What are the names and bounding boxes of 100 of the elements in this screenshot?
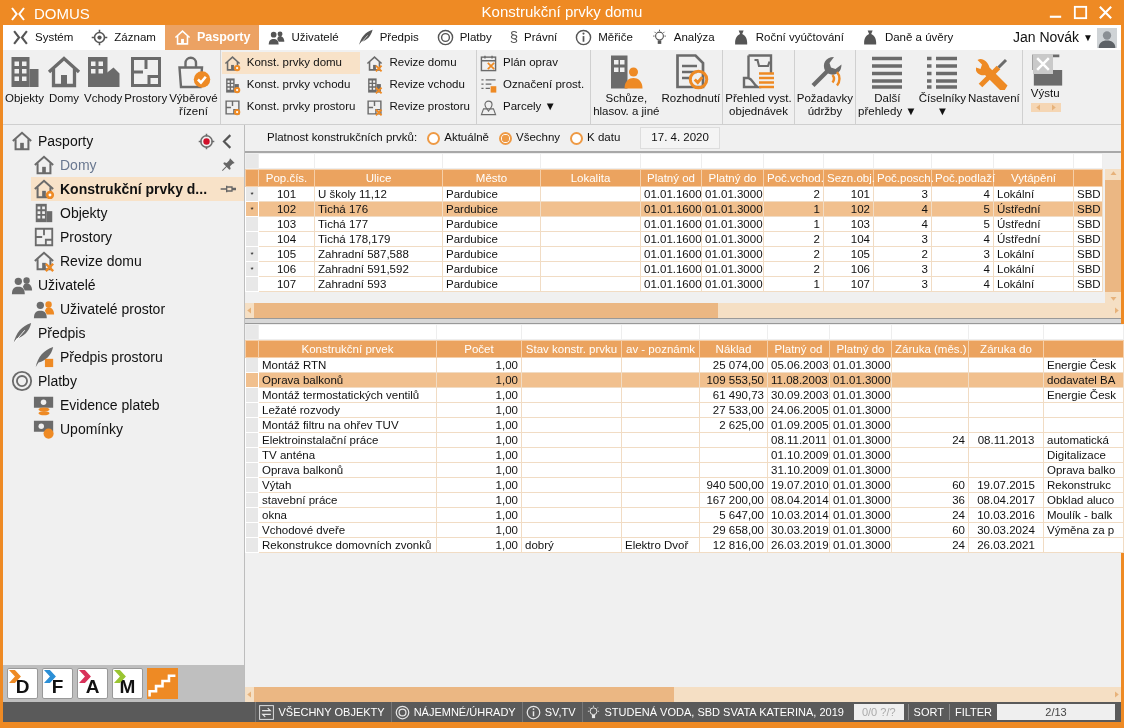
table-row[interactable]: Výtah 1,00 940 500,00 19.07.2010 01.01.3000 60 19.07.2015 Rekonstrukc bbox=[245, 477, 1124, 493]
ribbon-button[interactable]: Vchody bbox=[83, 52, 124, 107]
menu-tab[interactable]: Analýza bbox=[641, 25, 724, 50]
table-row[interactable]: Elektroinstalační práce 1,00 08.11.2011 01.01.3000 24 08.11.2013 automatická bbox=[245, 432, 1124, 448]
menu-tab[interactable]: Platby bbox=[427, 25, 501, 50]
menu-tab[interactable]: Měřiče bbox=[566, 25, 642, 50]
ribbon-button[interactable]: Domy bbox=[45, 52, 83, 107]
tree-item[interactable]: Předpis bbox=[9, 321, 244, 345]
table-row[interactable]: 103 Tichá 177 Pardubice 01.01.1600 01.01.3000 1 103 4 5 Ústřední SBD bbox=[245, 216, 1103, 232]
ribbon-button[interactable]: Revize vchodu bbox=[364, 74, 475, 96]
menu-tab[interactable]: Systém bbox=[3, 25, 83, 50]
scroll-thumb[interactable] bbox=[254, 687, 675, 702]
ribbon-scroll[interactable] bbox=[1030, 103, 1061, 112]
ribbon-button[interactable]: Číselníky ▼ bbox=[917, 52, 968, 120]
table-row[interactable]: Oprava balkonů 1,00 109 553,50 11.08.2003 01.01.3000 dodavatel BA bbox=[245, 372, 1124, 388]
ribbon-button[interactable]: Další přehledy ▼ bbox=[857, 52, 918, 120]
scroll-left-icon[interactable] bbox=[245, 690, 254, 699]
tree-item[interactable]: Domy bbox=[31, 153, 244, 177]
table-row[interactable]: * 106 Zahradní 591,592 Pardubice 01.01.1600 01.01.3000 2 106 3 4 Lokální SBD bbox=[245, 261, 1103, 277]
stairs-icon[interactable] bbox=[147, 668, 178, 699]
menu-tab[interactable]: Roční vyúčtování bbox=[723, 25, 853, 50]
table-row[interactable]: * 105 Zahradní 587,588 Pardubice 01.01.1600 01.01.3000 2 105 2 3 Lokální SBD bbox=[245, 246, 1103, 262]
close-icon[interactable] bbox=[1032, 54, 1053, 74]
ribbon-button[interactable]: Parcely ▼ bbox=[478, 96, 590, 118]
menu-tab[interactable]: Daně a úvěry bbox=[852, 25, 963, 50]
table-row[interactable]: TV anténa 1,00 01.10.2009 01.01.3000 Digitalizace bbox=[245, 447, 1124, 463]
ribbon-button[interactable]: Revize domu bbox=[364, 52, 475, 74]
horizontal-scrollbar[interactable] bbox=[245, 687, 1121, 702]
table-row[interactable]: Montáž filtru na ohřev TUV 1,00 2 625,00 01.09.2005 01.01.3000 bbox=[245, 417, 1124, 433]
user-name[interactable]: Jan Novák bbox=[1012, 27, 1080, 48]
ribbon-button[interactable]: Výběrové řízení bbox=[168, 52, 219, 120]
cart-document-icon bbox=[740, 54, 777, 90]
vertical-scrollbar[interactable] bbox=[1105, 169, 1121, 303]
ribbon-button[interactable]: Objekty bbox=[4, 52, 45, 107]
ribbon-button[interactable]: Označení prost. bbox=[478, 74, 590, 96]
date-field[interactable]: 17. 4. 2020 bbox=[640, 127, 720, 149]
app-tile[interactable]: A bbox=[77, 668, 108, 699]
tree-item[interactable]: Revize domu bbox=[31, 249, 244, 273]
table-row[interactable]: * 101 U školy 11,12 Pardubice 01.01.1600 01.01.3000 2 101 3 4 Lokální SBD bbox=[245, 186, 1103, 202]
tree-item[interactable]: Platby bbox=[9, 369, 244, 393]
target-icon[interactable] bbox=[198, 132, 215, 150]
scroll-left-icon[interactable] bbox=[1033, 103, 1043, 112]
table-row[interactable]: * 102 Tichá 176 Pardubice 01.01.1600 01.01.3000 1 102 4 5 Ústřední SBD bbox=[245, 201, 1103, 217]
ribbon-button[interactable]: Rozhodnutí bbox=[660, 52, 722, 107]
ribbon-button[interactable]: Plán oprav bbox=[478, 52, 590, 74]
menu-tab[interactable]: Uživatelé bbox=[259, 25, 348, 50]
radio-button[interactable] bbox=[499, 131, 512, 145]
table-row[interactable]: okna 1,00 5 647,00 10.03.2014 01.01.3000 24 10.03.2016 Moulík - balk bbox=[245, 507, 1124, 523]
table-row[interactable]: stavební práce 1,00 167 200,00 08.04.2014 01.01.3000 36 08.04.2017 Obklad aluco bbox=[245, 492, 1124, 508]
maximize-icon[interactable] bbox=[1072, 4, 1089, 21]
table-row[interactable]: Oprava balkonů 1,00 31.10.2009 01.01.3000 Oprava balko bbox=[245, 462, 1124, 478]
app-tile[interactable]: M bbox=[112, 668, 143, 699]
tree-item[interactable]: Uživatelé bbox=[9, 273, 244, 297]
table-row[interactable]: Ležaté rozvody 1,00 27 533,00 24.06.2005 01.01.3000 bbox=[245, 402, 1124, 418]
ribbon-button[interactable]: Schůze, hlasov. a jiné bbox=[592, 52, 661, 120]
radio-label[interactable]: K datu bbox=[587, 129, 621, 147]
scroll-right-icon[interactable] bbox=[1112, 306, 1121, 315]
table-row[interactable]: 107 Zahradní 593 Pardubice 01.01.1600 01.01.3000 1 107 3 4 Lokální SBD bbox=[245, 276, 1103, 292]
sort-label[interactable]: SORT bbox=[907, 703, 949, 721]
ribbon-button[interactable]: Konst. prvky domu bbox=[221, 52, 361, 74]
table-row[interactable]: Vchodové dveře 1,00 29 658,00 30.03.2019 01.01.3000 60 30.03.2024 Výměna za p bbox=[245, 522, 1124, 538]
tree-item[interactable]: Konstrukční prvky d... bbox=[31, 177, 244, 201]
table-row[interactable]: 104 Tichá 178,179 Pardubice 01.01.1600 01.01.3000 2 104 3 4 Ústřední SBD bbox=[245, 231, 1103, 247]
avatar-icon[interactable] bbox=[1097, 27, 1117, 48]
scroll-up-icon[interactable] bbox=[1108, 169, 1118, 178]
scroll-thumb[interactable] bbox=[254, 303, 719, 318]
tree-item[interactable]: Prostory bbox=[31, 225, 244, 249]
app-tile[interactable]: D bbox=[7, 668, 38, 699]
caret-icon[interactable]: ▼ bbox=[1083, 30, 1093, 45]
pin-icon[interactable] bbox=[220, 157, 236, 173]
ribbon-button[interactable]: Prostory bbox=[123, 52, 169, 107]
table-row[interactable]: Montáž RTN 1,00 25 074,00 05.06.2003 01.01.3000 Energie Česk bbox=[245, 357, 1124, 373]
menu-tab[interactable]: Předpis bbox=[347, 25, 428, 50]
ribbon-button[interactable]: Výstu bbox=[1030, 87, 1060, 100]
menu-tab[interactable]: § Právní bbox=[500, 25, 567, 50]
menu-tab[interactable]: Záznam bbox=[82, 25, 165, 50]
tree-item[interactable]: Pasporty bbox=[9, 129, 244, 153]
radio-label[interactable]: Aktuálně bbox=[444, 129, 489, 147]
ribbon-button[interactable]: Požadavky údržby bbox=[795, 52, 855, 120]
ribbon-button[interactable]: Konst. prvky prostoru bbox=[221, 96, 361, 118]
ribbon-button[interactable]: Nastavení bbox=[967, 52, 1021, 107]
ribbon-button[interactable]: Revize prostoru bbox=[364, 96, 475, 118]
table-row[interactable]: Rekonstrukce domovních zvonků 1,00 dobrý Elektro Dvoř 12 816,00 26.03.2019 01.01.3000 24 26.03.2021 bbox=[245, 537, 1124, 553]
tree-item[interactable]: Objekty bbox=[31, 201, 244, 225]
tree-item[interactable]: Upomínky bbox=[31, 417, 244, 441]
app-tile[interactable]: F bbox=[42, 668, 73, 699]
scroll-thumb[interactable] bbox=[1105, 180, 1121, 292]
radio-button[interactable] bbox=[427, 131, 441, 145]
tree-item[interactable]: Uživatelé prostor bbox=[31, 297, 244, 321]
scroll-right-icon[interactable] bbox=[1112, 690, 1121, 699]
ribbon-button[interactable]: Konst. prvky vchodu bbox=[221, 74, 361, 96]
horizontal-scrollbar[interactable] bbox=[245, 303, 1121, 318]
ribbon-button[interactable]: Přehled vyst. objednávek bbox=[724, 52, 793, 120]
radio-label[interactable]: Všechny bbox=[516, 129, 561, 147]
close-icon[interactable] bbox=[1097, 4, 1114, 21]
scroll-left-icon[interactable] bbox=[245, 306, 254, 315]
tree-item[interactable]: Předpis prostoru bbox=[31, 345, 244, 369]
radio-button[interactable] bbox=[570, 131, 584, 145]
tree-item[interactable]: Evidence plateb bbox=[31, 393, 244, 417]
table-row[interactable]: Montáž termostatických ventilů 1,00 61 490,73 30.09.2003 01.01.3000 Energie Česk bbox=[245, 387, 1124, 403]
